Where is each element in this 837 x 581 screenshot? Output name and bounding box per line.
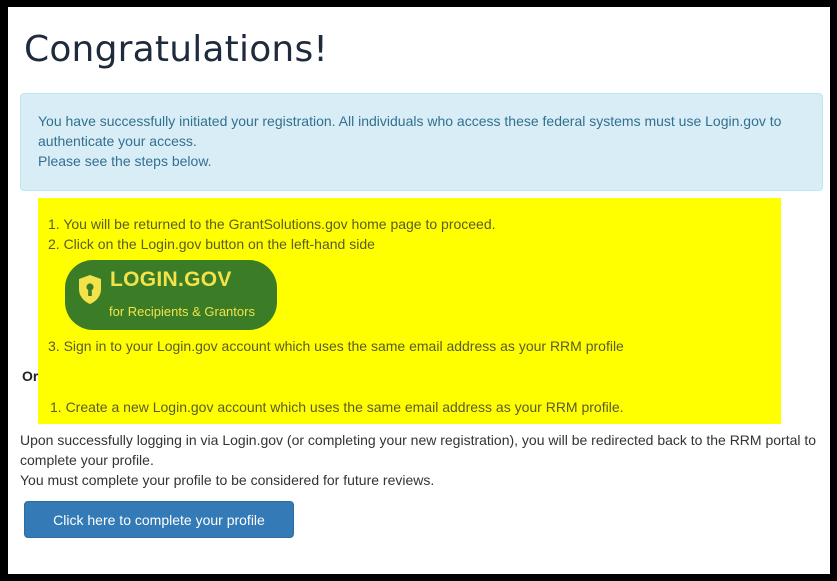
login-gov-subtitle: for Recipients & Grantors xyxy=(109,304,255,319)
info-text-steps-note: Please see the steps below. xyxy=(38,153,212,169)
shield-lock-icon xyxy=(79,275,101,304)
page-frame: Congratulations! You have successfully i… xyxy=(8,7,830,574)
redirect-note: Upon successfully logging in via Login.g… xyxy=(20,432,817,468)
step-3: 3. Sign in to your Login.gov account whi… xyxy=(48,338,624,354)
login-gov-title: LOGIN.GOV xyxy=(110,268,232,291)
info-alert: You have successfully initiated your reg… xyxy=(20,93,823,191)
post-login-instructions: Upon successfully logging in via Login.g… xyxy=(20,430,828,490)
login-gov-button[interactable]: LOGIN.GOV for Recipients & Grantors xyxy=(65,260,277,330)
page-title: Congratulations! xyxy=(24,29,329,70)
profile-required-note: You must complete your profile to be con… xyxy=(20,472,435,488)
info-text: You have successfully initiated your reg… xyxy=(38,113,782,149)
complete-profile-button[interactable]: Click here to complete your profile xyxy=(24,501,294,538)
alt-step: 1. Create a new Login.gov account which … xyxy=(50,399,624,415)
steps-highlight: 1. You will be returned to the GrantSolu… xyxy=(38,198,781,424)
or-label: Or xyxy=(22,368,39,384)
step-2: 2. Click on the Login.gov button on the … xyxy=(48,236,375,252)
step-1: 1. You will be returned to the GrantSolu… xyxy=(48,216,496,232)
